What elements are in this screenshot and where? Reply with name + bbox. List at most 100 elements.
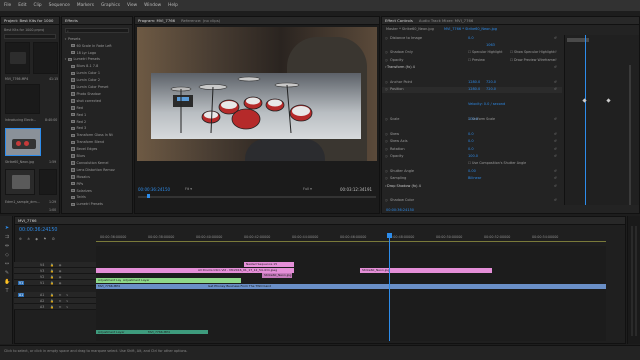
- effect-list-item[interactable]: Lumetri Presets: [62, 202, 103, 208]
- effect-list-item[interactable]: Lumin Color 2: [62, 77, 100, 83]
- effect-property-row[interactable]: ◷ Shadow Color ↺: [382, 198, 562, 204]
- track-target[interactable]: A1: [18, 292, 25, 297]
- track-header[interactable]: V1 V1 🔒 ◉: [14, 280, 96, 286]
- timeline-playhead[interactable]: [389, 233, 390, 341]
- effect-checkbox[interactable]: ☐ Uniform Scale: [468, 117, 495, 121]
- hand-tool-icon[interactable]: ✋: [4, 279, 10, 285]
- reset-icon[interactable]: ↺: [554, 80, 557, 84]
- keyframe-marker[interactable]: [582, 98, 587, 103]
- effect-property-row[interactable]: ◷ Shutter Angle 0.00 ↺: [382, 168, 562, 174]
- stopwatch-icon[interactable]: ◷: [385, 176, 388, 180]
- tab-program[interactable]: Program: MVI_7766: [138, 18, 175, 23]
- effect-property-row[interactable]: [382, 109, 562, 115]
- effect-property-row[interactable]: ◷ Skew Axis 0.0 ↺: [382, 139, 562, 145]
- effect-property-row[interactable]: 1063: [382, 42, 562, 48]
- timeline-clip[interactable]: Strike60_Neon.jpg: [262, 273, 292, 278]
- tab-sequence[interactable]: MVI_7766: [18, 218, 37, 223]
- track-toggle-icons[interactable]: 🔒 ◉: [50, 263, 63, 267]
- effect-list-item[interactable]: PiPs: [62, 181, 83, 187]
- project-thumb-drumkit[interactable]: [5, 128, 41, 156]
- effect-property-value[interactable]: 1280.0: [468, 87, 480, 91]
- timeline-clip[interactable]: MVI_7766.MP4: [96, 284, 206, 289]
- stopwatch-icon[interactable]: ◷: [385, 132, 388, 136]
- effect-list-item[interactable]: Blurs 8-1 7-8: [62, 64, 98, 70]
- track-toggle-icons[interactable]: 🔒 M S: [50, 305, 70, 309]
- track-select-icon[interactable]: ⇉: [4, 234, 10, 240]
- stopwatch-icon[interactable]: ◷: [385, 36, 388, 40]
- effect-list-item[interactable]: Mosaics: [62, 174, 90, 180]
- menu-file[interactable]: File: [4, 3, 11, 8]
- effect-checkbox[interactable]: ☐ Preview: [468, 58, 485, 62]
- track-toggle-icons[interactable]: 🔒 ◉: [50, 281, 63, 285]
- effect-property-value-2[interactable]: 1063: [486, 43, 495, 47]
- effect-property-value[interactable]: Velocity: 0.0 / second: [468, 102, 505, 106]
- timeline-clip[interactable]: Adjustment Layer: [121, 278, 241, 283]
- master-clip-label[interactable]: Master * Strike60_Neon.jpg: [386, 27, 434, 31]
- effect-property-value-2[interactable]: 720.0: [486, 80, 496, 84]
- effect-section-header[interactable]: ▾ Transform (fx) 4 ↺: [382, 65, 562, 71]
- effect-list-item[interactable]: Twirls: [62, 195, 86, 201]
- project-thumb-video[interactable]: [5, 42, 30, 74]
- effect-checkbox[interactable]: ☐ Use Composition's Shutter Angle: [468, 161, 526, 165]
- video-frame[interactable]: [137, 27, 377, 161]
- scrubber-bar[interactable]: [138, 196, 376, 198]
- effect-list-item[interactable]: shot corrected: [62, 98, 101, 104]
- selection-tool-icon[interactable]: ➤: [4, 225, 10, 231]
- track-header[interactable]: A2 🔒 M S: [14, 298, 96, 304]
- tab-effect-controls[interactable]: Effect Controls: [385, 18, 413, 23]
- stopwatch-icon[interactable]: ◷: [385, 198, 388, 202]
- keyframe-marker[interactable]: [606, 98, 611, 103]
- effect-list-item[interactable]: Convolution Kernel: [62, 160, 109, 166]
- menu-help[interactable]: Help: [168, 3, 178, 8]
- project-thumb-blank[interactable]: [39, 169, 57, 195]
- effect-property-row[interactable]: ◷ Distance to Image 0.0 ↺: [382, 35, 562, 41]
- program-timecode[interactable]: 00:00:36:24150: [138, 187, 170, 192]
- effect-list-item[interactable]: Photo Shadow: [62, 91, 101, 97]
- effect-property-value-2[interactable]: 720.0: [486, 87, 496, 91]
- effect-property-row[interactable]: ◷ Sampling Bilinear ↺: [382, 176, 562, 182]
- effect-property-value[interactable]: 0.0: [468, 132, 474, 136]
- reset-icon[interactable]: ↺: [554, 169, 557, 173]
- timeline-clip[interactable]: Nested Sequence 15: [244, 262, 294, 267]
- timeline-clip[interactable]: Get Phoney Business From The TWO band: [206, 284, 606, 289]
- reset-icon[interactable]: ↺: [554, 139, 557, 143]
- effect-property-value[interactable]: 100.0: [468, 154, 478, 158]
- reset-icon[interactable]: ↺: [554, 65, 557, 69]
- effect-list-item[interactable]: Red: [62, 105, 83, 111]
- stopwatch-icon[interactable]: ◷: [385, 169, 388, 173]
- track-toggle-icons[interactable]: 🔒 ◉: [50, 269, 63, 273]
- effects-search-input[interactable]: ⌕: [65, 28, 129, 33]
- reset-icon[interactable]: ↺: [554, 154, 557, 158]
- effect-list-item[interactable]: Transform Blend: [62, 140, 104, 146]
- effect-property-value[interactable]: 0.0: [468, 147, 474, 151]
- reset-icon[interactable]: ↺: [554, 132, 557, 136]
- stopwatch-icon[interactable]: ◷: [385, 58, 388, 62]
- razor-tool-icon[interactable]: ◇: [4, 252, 10, 258]
- timeline-clip[interactable]: Strike60_Neon.jpg: [360, 268, 492, 273]
- effect-list-item[interactable]: Solarizes: [62, 188, 92, 194]
- effect-list-item[interactable]: Red 1: [62, 112, 86, 118]
- effect-list-item[interactable]: ▾ Presets: [62, 36, 81, 42]
- tab-project[interactable]: Project: Best Kits for 1000: [4, 18, 53, 23]
- slip-tool-icon[interactable]: ↔: [4, 261, 10, 267]
- project-thumb-sample[interactable]: [5, 169, 35, 195]
- track-header[interactable]: V4 🔒 ◉: [14, 262, 96, 268]
- project-thumb-intro[interactable]: [5, 84, 40, 114]
- ripple-edit-icon[interactable]: ⇹: [4, 243, 10, 249]
- menu-window[interactable]: Window: [144, 3, 161, 8]
- reset-icon[interactable]: ↺: [554, 50, 557, 54]
- track-toggle-icons[interactable]: 🔒 ◉: [50, 275, 63, 279]
- effect-property-value[interactable]: 0.00: [468, 169, 476, 173]
- effect-list-item[interactable]: Bevel Edges: [62, 146, 97, 152]
- track-toggle-icons[interactable]: 🔒 M S: [50, 293, 70, 297]
- reset-icon[interactable]: ↺: [554, 117, 557, 121]
- track-header[interactable]: V2 🔒 ◉: [14, 274, 96, 280]
- timeline-clip[interactable]: MVI_7766.MP4: [146, 330, 208, 334]
- track-target[interactable]: V1: [18, 280, 25, 285]
- timeline-timecode[interactable]: 00:00:36:24150: [19, 228, 57, 233]
- effect-property-row[interactable]: [382, 94, 562, 100]
- reset-icon[interactable]: ↺: [554, 147, 557, 151]
- effect-property-value[interactable]: 0.0: [468, 36, 474, 40]
- effect-property-row[interactable]: [382, 124, 562, 130]
- reset-icon[interactable]: ↺: [554, 36, 557, 40]
